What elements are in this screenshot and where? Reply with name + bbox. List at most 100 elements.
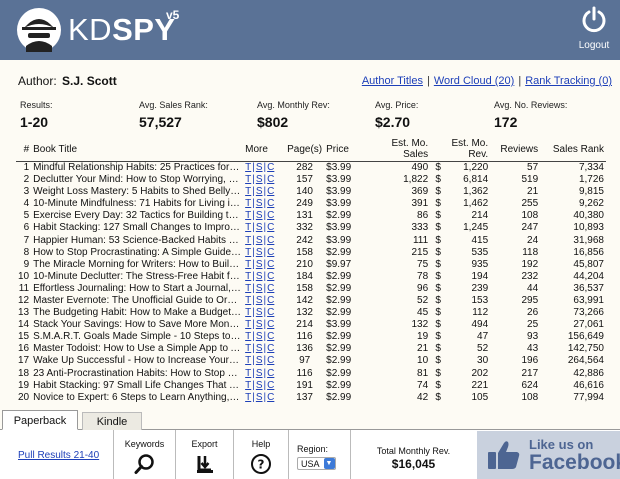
more-link-c[interactable]: C bbox=[267, 222, 274, 233]
more-link-c[interactable]: C bbox=[267, 210, 274, 221]
more-link-s[interactable]: S bbox=[256, 319, 263, 330]
price: $3.99 bbox=[326, 186, 352, 198]
more-link-s[interactable]: S bbox=[256, 222, 263, 233]
more-link-t[interactable]: T bbox=[245, 247, 251, 258]
col-num[interactable]: # bbox=[16, 138, 32, 162]
more-link-c[interactable]: C bbox=[267, 343, 274, 354]
col-rev[interactable]: Est. Mo. Rev. bbox=[446, 138, 491, 162]
est-monthly-rev: 935 bbox=[471, 258, 489, 270]
price: $9.97 bbox=[326, 258, 352, 270]
author-name: S.J. Scott bbox=[62, 74, 117, 88]
more-link-s[interactable]: S bbox=[256, 368, 263, 379]
tab-kindle[interactable]: Kindle bbox=[82, 412, 142, 430]
more-link-t[interactable]: T bbox=[245, 331, 251, 342]
more-link-t[interactable]: T bbox=[245, 174, 251, 185]
page-count: 131 bbox=[296, 210, 313, 222]
more-link-s[interactable]: S bbox=[256, 174, 263, 185]
more-link-s[interactable]: S bbox=[256, 186, 263, 197]
col-pages[interactable]: Page(s) bbox=[285, 138, 325, 162]
table-header-row: # Book Title More Page(s) Price Est. Mo.… bbox=[16, 138, 606, 162]
review-count: 624 bbox=[521, 379, 539, 391]
review-count: 255 bbox=[521, 198, 539, 210]
more-link-c[interactable]: C bbox=[267, 307, 274, 318]
more-link-c[interactable]: C bbox=[267, 355, 274, 366]
col-price[interactable]: Price bbox=[324, 138, 365, 162]
more-link-s[interactable]: S bbox=[256, 392, 263, 403]
more-separator: | bbox=[263, 210, 267, 222]
more-link-t[interactable]: T bbox=[245, 392, 251, 403]
more-link-t[interactable]: T bbox=[245, 380, 251, 391]
sales-rank: 36,537 bbox=[573, 282, 604, 294]
review-count: 21 bbox=[527, 186, 539, 198]
more-link-t[interactable]: T bbox=[245, 259, 251, 270]
page-count: 184 bbox=[296, 270, 313, 282]
more-link-s[interactable]: S bbox=[256, 162, 263, 173]
facebook-like-button[interactable]: Like us on Facebook bbox=[477, 431, 620, 479]
more-link-c[interactable]: C bbox=[267, 259, 274, 270]
more-link-t[interactable]: T bbox=[245, 162, 251, 173]
more-link-c[interactable]: C bbox=[267, 198, 274, 209]
more-link-c[interactable]: C bbox=[267, 319, 274, 330]
more-link-s[interactable]: S bbox=[256, 210, 263, 221]
more-link-t[interactable]: T bbox=[245, 198, 251, 209]
more-link-s[interactable]: S bbox=[256, 307, 263, 318]
more-link-s[interactable]: S bbox=[256, 295, 263, 306]
more-link-t[interactable]: T bbox=[245, 210, 251, 221]
more-link-s[interactable]: S bbox=[256, 331, 263, 342]
table-row: 9 The Miracle Morning for Writers: How to… bbox=[16, 259, 606, 271]
more-link-t[interactable]: T bbox=[245, 186, 251, 197]
more-link-t[interactable]: T bbox=[245, 283, 251, 294]
more-link-s[interactable]: S bbox=[256, 343, 263, 354]
more-link-c[interactable]: C bbox=[267, 174, 274, 185]
pull-results-link[interactable]: Pull Results 21-40 bbox=[18, 450, 99, 461]
tab-paperback[interactable]: Paperback bbox=[2, 410, 78, 430]
more-link-s[interactable]: S bbox=[256, 198, 263, 209]
more-link-t[interactable]: T bbox=[245, 343, 251, 354]
export-button[interactable]: Export bbox=[175, 430, 233, 479]
logout-button[interactable]: Logout bbox=[576, 6, 612, 51]
more-link-s[interactable]: S bbox=[256, 380, 263, 391]
more-link-c[interactable]: C bbox=[267, 380, 274, 391]
more-separator: | bbox=[263, 319, 267, 331]
more-link-c[interactable]: C bbox=[267, 271, 274, 282]
keywords-button[interactable]: Keywords bbox=[113, 430, 175, 479]
col-sales[interactable]: Est. Mo. Sales bbox=[364, 138, 431, 162]
help-button[interactable]: Help ? bbox=[233, 430, 288, 479]
more-link-c[interactable]: C bbox=[267, 247, 274, 258]
more-link-s[interactable]: S bbox=[256, 235, 263, 246]
col-reviews[interactable]: Reviews bbox=[490, 138, 541, 162]
more-link-c[interactable]: C bbox=[267, 331, 274, 342]
more-link-s[interactable]: S bbox=[256, 271, 263, 282]
currency-symbol: $ bbox=[435, 186, 441, 198]
row-number: 8 bbox=[23, 246, 30, 258]
total-monthly-revenue: Total Monthly Rev. $16,045 bbox=[350, 430, 476, 479]
region-dropdown[interactable]: USA ▼ bbox=[297, 457, 336, 470]
more-link-t[interactable]: T bbox=[245, 307, 251, 318]
more-link-t[interactable]: T bbox=[245, 368, 251, 379]
more-link-t[interactable]: T bbox=[245, 319, 251, 330]
more-link-s[interactable]: S bbox=[256, 283, 263, 294]
stat-label: Avg. Sales Rank: bbox=[139, 100, 208, 110]
word-cloud-link[interactable]: Word Cloud (20) bbox=[434, 75, 515, 87]
more-link-t[interactable]: T bbox=[245, 222, 251, 233]
more-link-c[interactable]: C bbox=[267, 368, 274, 379]
more-links: T|S|C bbox=[243, 234, 285, 246]
more-link-s[interactable]: S bbox=[256, 247, 263, 258]
more-link-t[interactable]: T bbox=[245, 355, 251, 366]
more-link-t[interactable]: T bbox=[245, 235, 251, 246]
more-link-t[interactable]: T bbox=[245, 271, 251, 282]
more-link-s[interactable]: S bbox=[256, 355, 263, 366]
col-title[interactable]: Book Title bbox=[31, 138, 244, 162]
more-link-t[interactable]: T bbox=[245, 295, 251, 306]
more-link-s[interactable]: S bbox=[256, 259, 263, 270]
more-link-c[interactable]: C bbox=[267, 295, 274, 306]
more-link-c[interactable]: C bbox=[267, 392, 274, 403]
more-link-c[interactable]: C bbox=[267, 162, 274, 173]
more-link-c[interactable]: C bbox=[267, 186, 274, 197]
author-titles-link[interactable]: Author Titles bbox=[362, 75, 423, 87]
more-link-c[interactable]: C bbox=[267, 283, 274, 294]
more-link-c[interactable]: C bbox=[267, 235, 274, 246]
rank-tracking-link[interactable]: Rank Tracking (0) bbox=[525, 75, 612, 87]
col-rank[interactable]: Sales Rank bbox=[540, 138, 606, 162]
est-monthly-rev: 105 bbox=[471, 391, 489, 403]
